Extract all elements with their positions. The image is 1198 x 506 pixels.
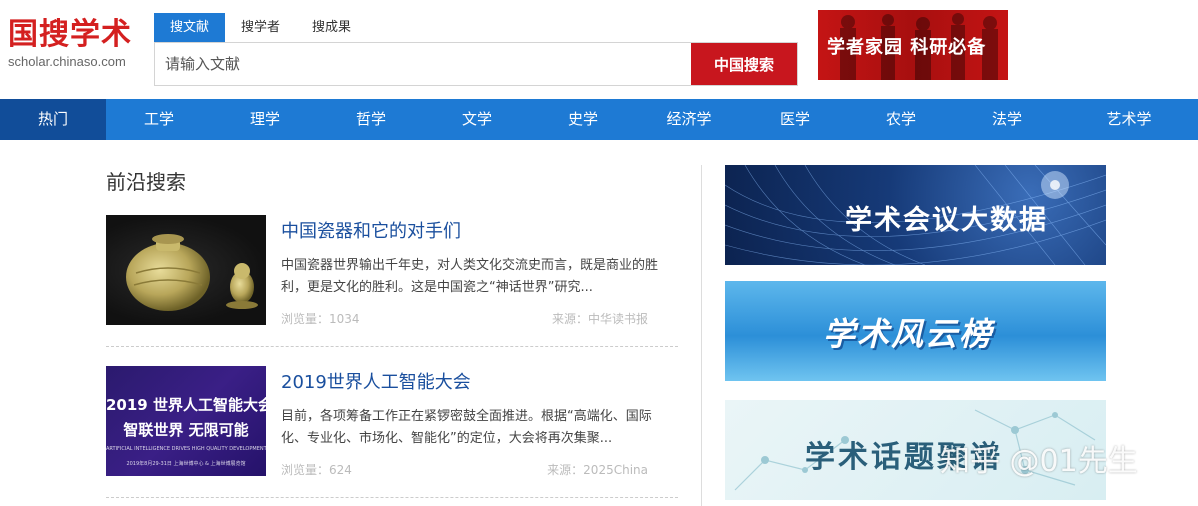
logo-title: 国搜学术 — [8, 17, 132, 52]
banner-academic-ranking[interactable]: 学术风云榜 — [725, 281, 1106, 381]
banner-text: 学术风云榜 — [823, 315, 994, 353]
article-thumbnail[interactable]: 2019 世界人工智能大会 智联世界 无限可能 ARTIFICIAL INTEL… — [106, 366, 266, 476]
category-nav: 热门 工学 理学 哲学 文学 史学 经济学 医学 农学 法学 艺术学 — [0, 99, 1198, 140]
nav-item-law[interactable]: 法学 — [954, 99, 1060, 140]
thumbnail-text-line: 2019 世界人工智能大会 — [106, 396, 266, 414]
search-input[interactable] — [155, 43, 691, 85]
section-title: 前沿搜索 — [106, 170, 186, 194]
search-tabs: 搜文献 搜学者 搜成果 — [154, 13, 367, 42]
tab-search-literature[interactable]: 搜文献 — [154, 13, 226, 42]
thumbnail-text-line: ARTIFICIAL INTELLIGENCE DRIVES HIGH QUAL… — [106, 446, 266, 452]
nav-item-science[interactable]: 理学 — [212, 99, 318, 140]
nav-item-economics[interactable]: 经济学 — [636, 99, 742, 140]
article-item: 中国瓷器和它的对手们 中国瓷器世界输出千年史，对人类文化交流史而言，既是商业的胜… — [106, 215, 678, 347]
article-source: 来源：中华读书报 — [551, 312, 648, 326]
ad-banner[interactable]: 学者家园 科研必备 — [818, 10, 1008, 80]
article-views: 浏览量：624 — [281, 463, 352, 477]
banner-text: 学术会议大数据 — [845, 205, 1048, 236]
nav-item-medicine[interactable]: 医学 — [742, 99, 848, 140]
tab-search-scholars[interactable]: 搜学者 — [225, 13, 296, 42]
nav-item-art[interactable]: 艺术学 — [1060, 99, 1198, 140]
logo-url: scholar.chinaso.com — [8, 54, 126, 69]
nav-item-history[interactable]: 史学 — [530, 99, 636, 140]
article-title[interactable]: 2019世界人工智能大会 — [281, 368, 471, 394]
article-source: 来源：2025China — [547, 463, 648, 477]
search-box: 中国搜索 — [154, 42, 798, 86]
watermark-text: 知乎 @01先生 — [940, 444, 1138, 479]
banner-conference-bigdata[interactable]: 学术会议大数据 — [725, 165, 1106, 265]
thumbnail-text-line: 2019年8月29-31日 上海世博中心 & 上海世博展览馆 — [126, 461, 246, 467]
nav-item-hot[interactable]: 热门 — [0, 99, 106, 140]
ad-banner-text: 学者家园 科研必备 — [827, 37, 987, 58]
site-logo[interactable]: 国搜学术 scholar.chinaso.com — [8, 17, 132, 70]
article-item: 2019 世界人工智能大会 智联世界 无限可能 ARTIFICIAL INTEL… — [106, 366, 678, 498]
article-title[interactable]: 中国瓷器和它的对手们 — [281, 217, 461, 243]
search-button[interactable]: 中国搜索 — [691, 43, 797, 85]
article-views: 浏览量：1034 — [281, 312, 360, 326]
ceramic-vase-image — [126, 234, 258, 311]
nav-item-agriculture[interactable]: 农学 — [848, 99, 954, 140]
nav-item-philosophy[interactable]: 哲学 — [318, 99, 424, 140]
article-description: 目前，各项筹备工作正在紧锣密鼓全面推进。根据“高端化、国际化、专业化、市场化、智… — [281, 409, 652, 446]
thumbnail-text-line: 智联世界 无限可能 — [123, 421, 249, 439]
nav-item-literature[interactable]: 文学 — [424, 99, 530, 140]
tab-search-achievements[interactable]: 搜成果 — [296, 13, 367, 42]
column-divider — [701, 165, 702, 506]
article-thumbnail[interactable] — [106, 215, 266, 325]
nav-item-engineering[interactable]: 工学 — [106, 99, 212, 140]
article-description: 中国瓷器世界输出千年史，对人类文化交流史而言，既是商业的胜利，更是文化的胜利。这… — [281, 258, 659, 295]
